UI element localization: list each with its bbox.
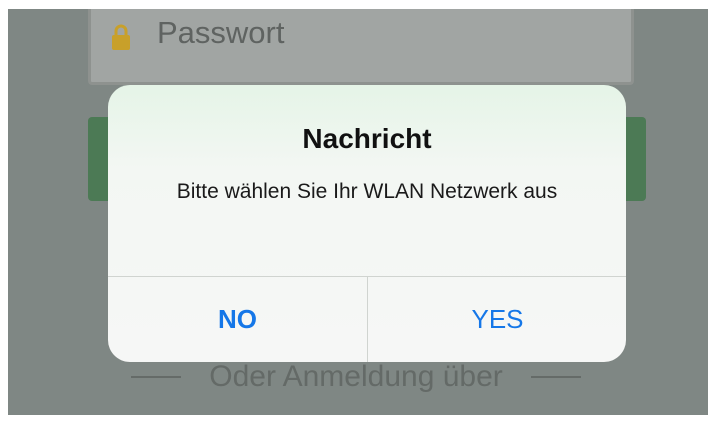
alert-message: Bitte wählen Sie Ihr WLAN Netzwerk aus bbox=[176, 180, 558, 203]
lock-icon bbox=[111, 23, 131, 51]
no-button[interactable]: NO bbox=[108, 277, 367, 362]
divider-line-left bbox=[131, 376, 182, 378]
app-screen: Passwort Oder Anmeldung über Nachricht B… bbox=[8, 9, 708, 415]
alert-dialog: Nachricht Bitte wählen Sie Ihr WLAN Netz… bbox=[108, 85, 626, 362]
password-placeholder: Passwort bbox=[157, 15, 285, 50]
alternative-login-divider: Oder Anmeldung über bbox=[104, 357, 608, 397]
yes-button[interactable]: YES bbox=[368, 277, 626, 362]
alternative-login-label: Oder Anmeldung über bbox=[209, 360, 503, 393]
divider-line-right bbox=[530, 376, 581, 378]
alert-title: Nachricht bbox=[302, 123, 432, 154]
password-field[interactable]: Passwort bbox=[88, 9, 634, 85]
